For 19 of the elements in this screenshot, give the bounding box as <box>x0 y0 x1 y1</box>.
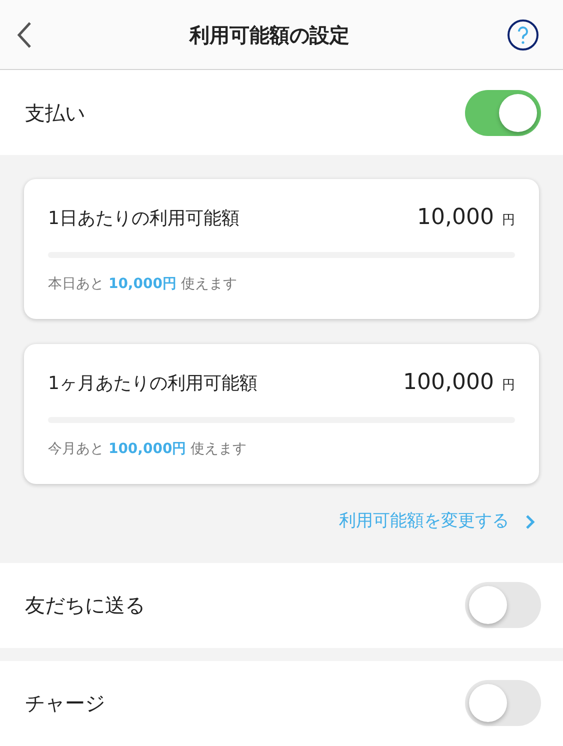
limit-amount: 100,000 <box>403 369 494 397</box>
setting-label: 友だちに送る <box>25 592 145 619</box>
setting-label: 支払い <box>25 100 85 126</box>
screen-title: 利用可能額の設定 <box>190 22 350 48</box>
remaining-text: 今月あと 100,000円 使えます <box>48 440 248 459</box>
currency-unit: 円 <box>502 212 515 230</box>
limit-title: 1ヶ月あたりの利用可能額 <box>48 372 258 396</box>
toggle-switch[interactable] <box>465 90 541 136</box>
help-icon[interactable] <box>507 18 539 50</box>
limit-amount: 10,000 <box>417 204 494 232</box>
chevron-icon <box>525 514 535 530</box>
currency-unit: 円 <box>502 377 515 395</box>
back-icon[interactable] <box>16 20 32 48</box>
change-limit-link[interactable]: 利用可能額を変更する <box>339 509 535 534</box>
remaining-text: 本日あと 10,000円 使えます <box>48 275 238 294</box>
toggle-switch[interactable] <box>465 582 541 628</box>
setting-label: チャージ <box>25 690 105 717</box>
toggle-switch[interactable] <box>465 680 541 726</box>
limit-title: 1日あたりの利用可能額 <box>48 207 240 231</box>
